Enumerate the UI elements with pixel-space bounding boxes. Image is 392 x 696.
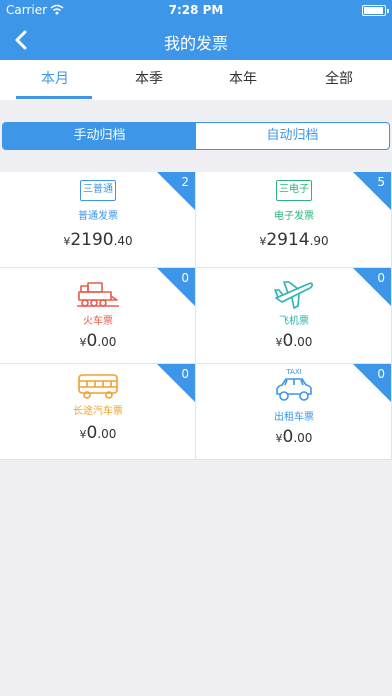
invoice-card-long-distance-bus[interactable]: 长途汽车票 ¥0.00 0 <box>0 364 196 460</box>
amount-integer: 2190 <box>70 230 114 250</box>
count-badge: 0 <box>377 367 385 381</box>
currency-symbol: ¥ <box>79 428 87 441</box>
train-icon <box>77 282 119 307</box>
invoice-amount: ¥0.00 <box>0 331 195 351</box>
invoice-label: 长途汽车票 <box>73 406 123 417</box>
bus-icon <box>78 374 118 399</box>
amount-integer: 0 <box>86 423 98 443</box>
tab-this-year[interactable]: 本年 <box>194 60 292 100</box>
invoice-card-electronic[interactable]: 三电子 电子发票 ¥2914.90 5 <box>196 172 392 268</box>
clock: 7:28 PM <box>168 3 224 17</box>
invoice-amount: ¥2914.90 <box>196 230 391 250</box>
invoice-label: 火车票 <box>83 316 113 327</box>
auto-archive-button[interactable]: 自动归档 <box>196 123 389 149</box>
count-badge: 0 <box>181 367 189 381</box>
invoice-card-train[interactable]: 火车票 ¥0.00 0 <box>0 268 196 364</box>
airplane-icon <box>274 281 313 309</box>
count-badge: 0 <box>377 271 385 285</box>
count-corner <box>157 268 195 306</box>
electronic-invoice-icon-text: 三电子 <box>279 184 309 195</box>
invoice-card-flight[interactable]: 飞机票 ¥0.00 0 <box>196 268 392 364</box>
invoice-amount: ¥0.00 <box>196 427 391 447</box>
archive-mode-segmented-control: 手动归档 自动归档 <box>2 122 390 150</box>
amount-integer: 0 <box>86 331 98 351</box>
invoice-amount: ¥0.00 <box>196 331 391 351</box>
currency-symbol: ¥ <box>79 336 87 349</box>
invoice-card-general[interactable]: 三普通 普通发票 ¥2190.40 2 <box>0 172 196 268</box>
amount-integer: 2914 <box>266 230 310 250</box>
invoice-amount: ¥0.00 <box>0 423 195 443</box>
active-tab-indicator <box>16 96 92 99</box>
manual-archive-button[interactable]: 手动归档 <box>3 123 196 149</box>
invoice-label: 出租车票 <box>274 412 314 423</box>
amount-decimal: .40 <box>113 234 133 248</box>
count-corner <box>353 268 391 306</box>
amount-integer: 0 <box>282 427 294 447</box>
header-bar: Carrier 7:28 PM 我的发票 <box>0 0 392 60</box>
currency-symbol: ¥ <box>275 432 283 445</box>
taxi-car-outline <box>276 378 312 401</box>
page-title: 我的发票 <box>163 34 228 53</box>
period-tabs: 本月 本季 本年 全部 <box>0 60 392 100</box>
taxi-icon: TAXI <box>272 368 316 404</box>
count-badge: 0 <box>181 271 189 285</box>
invoice-amount: ¥2190.40 <box>0 230 195 250</box>
tab-all[interactable]: 全部 <box>290 60 388 100</box>
electronic-invoice-icon: 三电子 <box>276 180 312 201</box>
tab-this-month[interactable]: 本月 <box>6 60 104 100</box>
amount-decimal: .00 <box>97 427 117 441</box>
taxi-sign-text: TAXI <box>286 368 302 376</box>
general-invoice-icon-text: 三普通 <box>83 184 113 195</box>
currency-symbol: ¥ <box>275 336 283 349</box>
invoice-label: 飞机票 <box>279 316 309 327</box>
count-corner <box>353 364 391 402</box>
count-badge: 5 <box>377 175 385 189</box>
amount-decimal: .00 <box>293 335 313 349</box>
navigation-bar: 我的发票 <box>0 20 392 60</box>
amount-integer: 0 <box>282 331 294 351</box>
general-invoice-icon: 三普通 <box>80 180 116 201</box>
amount-decimal: .90 <box>309 234 329 248</box>
battery-icon <box>362 5 389 16</box>
invoice-category-grid: 三普通 普通发票 ¥2190.40 2 三电子 电子发票 ¥2914.90 5 <box>0 172 392 460</box>
invoice-card-taxi[interactable]: TAXI 出租车票 ¥0.00 0 <box>196 364 392 460</box>
count-corner <box>157 172 195 210</box>
status-bar: Carrier 7:28 PM <box>0 0 392 20</box>
count-corner <box>353 172 391 210</box>
count-badge: 2 <box>181 175 189 189</box>
count-corner <box>157 364 195 402</box>
tab-this-quarter[interactable]: 本季 <box>100 60 198 100</box>
amount-decimal: .00 <box>293 431 313 445</box>
amount-decimal: .00 <box>97 335 117 349</box>
